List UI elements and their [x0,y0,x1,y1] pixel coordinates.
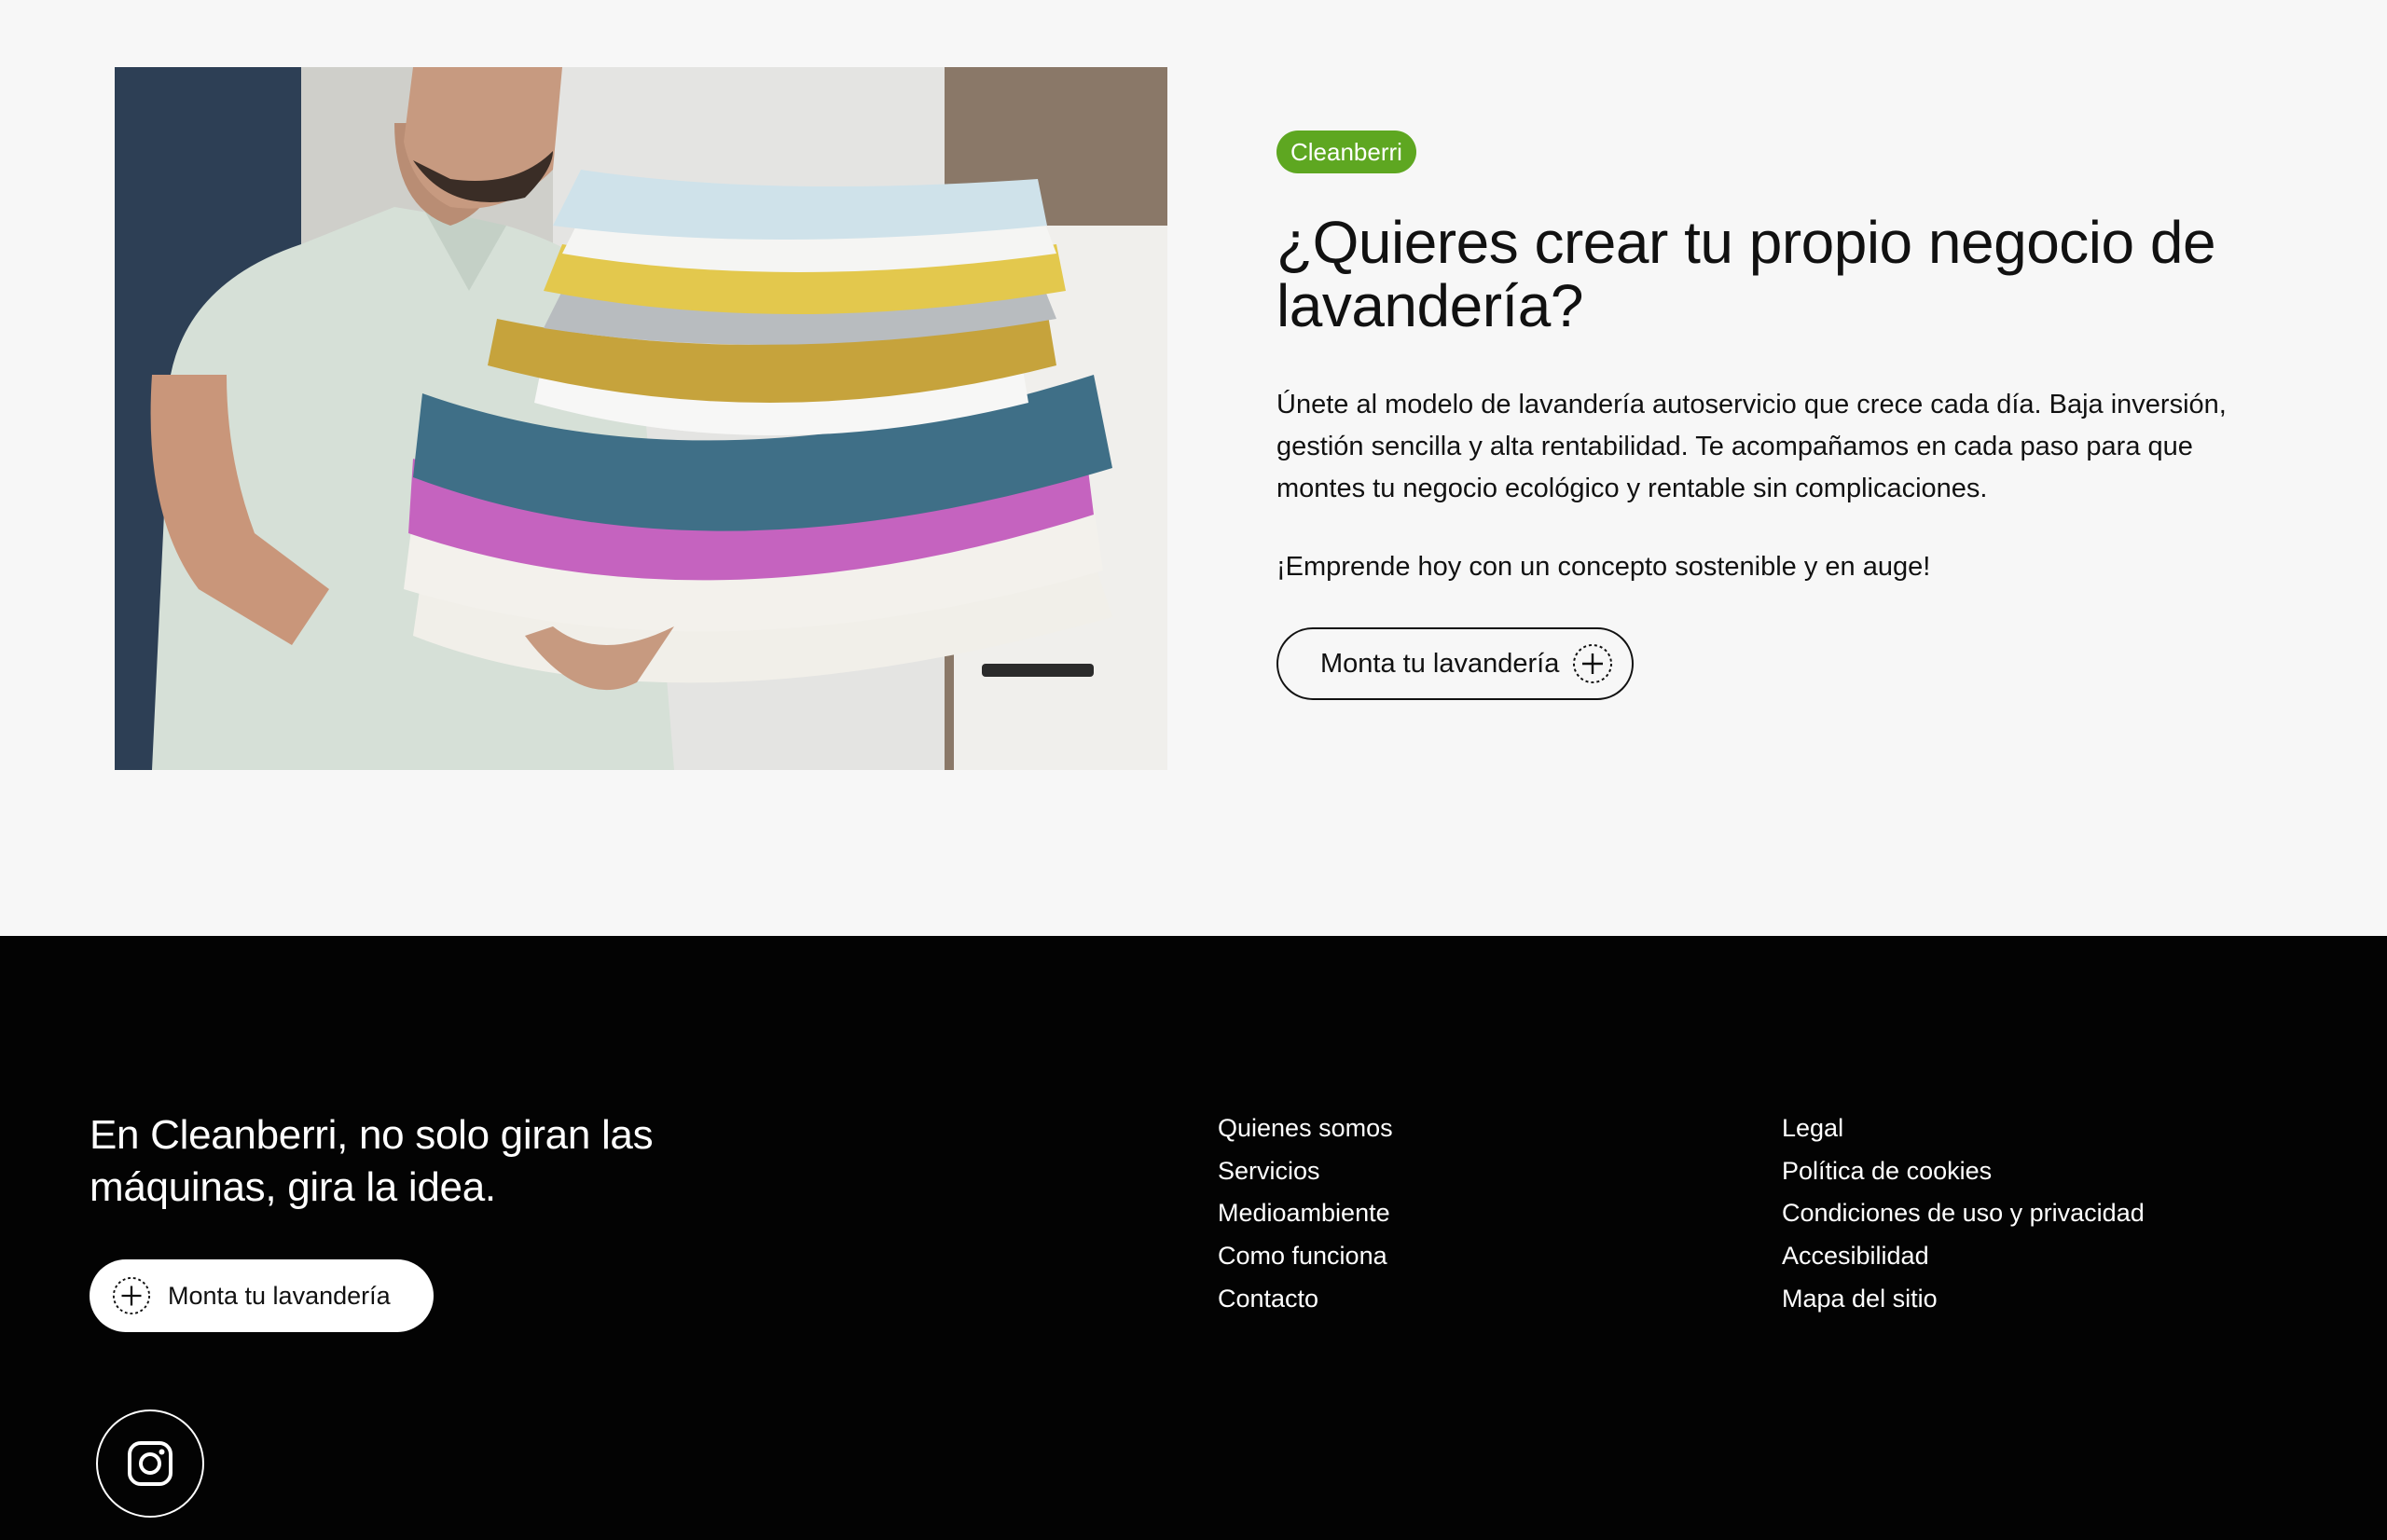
hero-cta-text: ¡Emprende hoy con un concepto sostenible… [1276,552,1931,582]
monta-tu-lavanderia-button[interactable]: Monta tu lavandería [1276,627,1635,700]
instagram-link[interactable] [96,1409,204,1518]
footer-link-accesibilidad[interactable]: Accesibilidad [1782,1235,2145,1278]
footer: En Cleanberri, no solo giran las máquina… [0,936,2387,1540]
footer-link-contacto[interactable]: Contacto [1218,1278,1393,1321]
footer-link-como-funciona[interactable]: Como funciona [1218,1235,1393,1278]
instagram-icon [127,1440,173,1487]
footer-link-mapa-del-sitio[interactable]: Mapa del sitio [1782,1278,2145,1321]
brand-tag: Cleanberri [1276,131,1416,173]
hero-description: Únete al modelo de lavandería autoservic… [1276,390,2227,503]
footer-link-quienes-somos[interactable]: Quienes somos [1218,1107,1393,1150]
plus-circle-icon [112,1276,151,1315]
footer-links-company: Quienes somos Servicios Medioambiente Co… [1218,1107,1393,1321]
footer-link-medioambiente[interactable]: Medioambiente [1218,1192,1393,1235]
button-label: Monta tu lavandería [1320,648,1560,679]
footer-monta-tu-lavanderia-button[interactable]: Monta tu lavandería [90,1259,434,1332]
footer-links-legal: Legal Política de cookies Condiciones de… [1782,1107,2145,1321]
hero-content: Cleanberri ¿Quieres crear tu propio nego… [1276,131,2265,700]
button-label: Monta tu lavandería [168,1281,391,1310]
footer-link-legal[interactable]: Legal [1782,1107,2145,1150]
hero-section: Cleanberri ¿Quieres crear tu propio nego… [0,0,2387,936]
footer-link-servicios[interactable]: Servicios [1218,1150,1393,1193]
hero-title: ¿Quieres crear tu propio negocio de lava… [1276,209,2216,339]
plus-circle-icon [1572,643,1613,684]
page: Cleanberri ¿Quieres crear tu propio nego… [0,0,2387,1540]
footer-link-cookies[interactable]: Política de cookies [1782,1150,2145,1193]
footer-link-condiciones[interactable]: Condiciones de uso y privacidad [1782,1192,2145,1235]
footer-tagline: En Cleanberri, no solo giran las máquina… [90,1112,654,1210]
hero-image-laundry [115,67,1167,770]
